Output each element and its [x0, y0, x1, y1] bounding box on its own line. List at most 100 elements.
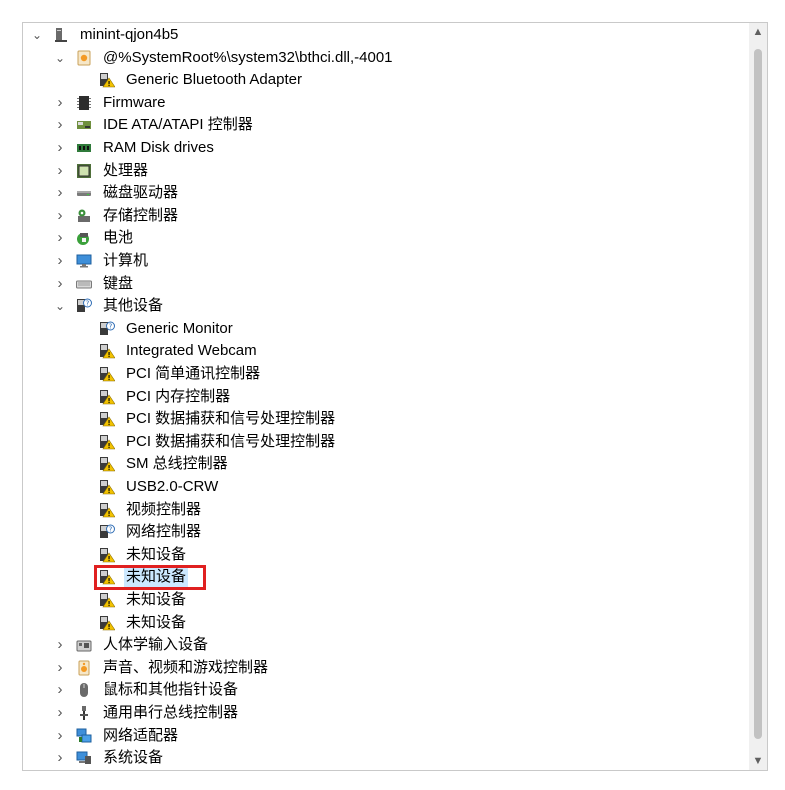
- svg-text:?: ?: [109, 526, 113, 534]
- tree-item-label: Generic Monitor: [126, 319, 233, 337]
- tree-item[interactable]: › IDE ATA/ATAPI 控制器: [23, 114, 743, 136]
- device-warning-icon: [99, 456, 116, 472]
- tree-item-label: Integrated Webcam: [126, 342, 257, 360]
- chevron-right-icon[interactable]: ›: [53, 205, 67, 227]
- ide-controller-icon: [76, 117, 92, 133]
- chevron-right-icon[interactable]: ›: [53, 679, 67, 701]
- device-tree[interactable]: ⌄ minint-qjon4b5 ⌄ @%SystemRoot%\system32\b…: [23, 23, 748, 770]
- tree-item[interactable]: USB2.0-CRW: [23, 476, 743, 498]
- tree-item[interactable]: › 处理器: [23, 160, 743, 182]
- chevron-right-icon[interactable]: ›: [53, 160, 67, 182]
- tree-item[interactable]: ⌄ @%SystemRoot%\system32\bthci.dll,-4001: [23, 47, 743, 69]
- tree-item[interactable]: › 键盘: [23, 273, 743, 295]
- chevron-down-icon[interactable]: ⌄: [30, 24, 44, 46]
- tree-item-label: 人体学输入设备: [103, 636, 209, 654]
- tree-item[interactable]: › 通用串行总线控制器: [23, 702, 743, 724]
- tree-item[interactable]: ⌄ minint-qjon4b5: [23, 24, 743, 46]
- tree-item[interactable]: PCI 简单通讯控制器: [23, 363, 743, 385]
- tree-item[interactable]: › 鼠标和其他指针设备: [23, 679, 743, 701]
- tree-item-label: PCI 数据捕获和信号处理控制器: [126, 410, 336, 428]
- highlight-box: [94, 565, 206, 591]
- scroll-up-icon[interactable]: ▲: [749, 23, 767, 41]
- tree-item[interactable]: › RAM Disk drives: [23, 137, 743, 159]
- tree-item[interactable]: › 电池: [23, 227, 743, 249]
- computer-root-icon: [53, 27, 69, 43]
- tree-item[interactable]: › 计算机: [23, 250, 743, 272]
- battery-icon: [76, 230, 92, 246]
- chevron-right-icon[interactable]: ›: [53, 634, 67, 656]
- tree-item-label: Firmware: [103, 93, 166, 111]
- tree-item-label: 网络控制器: [126, 523, 202, 541]
- tree-item[interactable]: ? 网络控制器: [23, 521, 743, 543]
- tree-item[interactable]: ⌄? 其他设备: [23, 295, 743, 317]
- tree-item[interactable]: Generic Bluetooth Adapter: [23, 69, 743, 91]
- vertical-scrollbar[interactable]: ▲ ▼: [749, 23, 767, 770]
- tree-item[interactable]: › 人体学输入设备: [23, 634, 743, 656]
- tree-item-label: 电池: [103, 229, 134, 247]
- tree-item-label: 未知设备: [126, 545, 187, 563]
- chevron-right-icon[interactable]: ›: [53, 114, 67, 136]
- tree-item[interactable]: › 网络适配器: [23, 725, 743, 747]
- device-warning-icon: [99, 434, 116, 450]
- tree-item[interactable]: PCI 内存控制器: [23, 386, 743, 408]
- chevron-down-icon[interactable]: ⌄: [53, 47, 67, 69]
- tree-item[interactable]: PCI 数据捕获和信号处理控制器: [23, 431, 743, 453]
- device-warning-icon: [99, 72, 116, 88]
- device-warning-icon: [99, 547, 116, 563]
- usb-icon: [76, 705, 92, 721]
- chevron-right-icon[interactable]: ›: [53, 273, 67, 295]
- tree-item[interactable]: 未知设备: [23, 612, 743, 634]
- tree-item-label: 视频控制器: [126, 500, 202, 518]
- device-warning-icon: [99, 615, 116, 631]
- tree-item[interactable]: 未知设备: [23, 589, 743, 611]
- tree-item[interactable]: › Firmware: [23, 92, 743, 114]
- processor-icon: [76, 163, 92, 179]
- chevron-down-icon[interactable]: ⌄: [53, 295, 67, 317]
- disk-drive-icon: [76, 185, 92, 201]
- tree-item-label: 键盘: [103, 274, 134, 292]
- chevron-right-icon[interactable]: ›: [53, 137, 67, 159]
- tree-item-label: 通用串行总线控制器: [103, 704, 239, 721]
- tree-item-label: Generic Bluetooth Adapter: [126, 71, 302, 89]
- chevron-right-icon[interactable]: ›: [53, 92, 67, 114]
- chevron-right-icon[interactable]: ›: [53, 250, 67, 272]
- storage-controller-icon: [76, 208, 92, 224]
- hid-icon: [76, 637, 92, 653]
- tree-item[interactable]: PCI 数据捕获和信号处理控制器: [23, 408, 743, 430]
- chevron-right-icon[interactable]: ›: [53, 702, 67, 724]
- tree-item[interactable]: 视频控制器: [23, 499, 743, 521]
- tree-item-label: 其他设备: [103, 297, 164, 315]
- tree-item[interactable]: › 声音、视频和游戏控制器: [23, 657, 743, 679]
- chevron-right-icon[interactable]: ›: [53, 725, 67, 747]
- tree-item[interactable]: ? Generic Monitor: [23, 318, 743, 340]
- tree-item[interactable]: › 系统设备: [23, 747, 743, 769]
- device-warning-icon: [99, 366, 116, 382]
- tree-item-label: minint-qjon4b5: [80, 26, 179, 43]
- scroll-down-icon[interactable]: ▼: [749, 752, 767, 770]
- tree-item-label: 计算机: [103, 252, 149, 269]
- keyboard-icon: [76, 276, 92, 292]
- tree-item[interactable]: SM 总线控制器: [23, 453, 743, 475]
- scrollbar-thumb[interactable]: [754, 49, 762, 739]
- tree-item-label: 鼠标和其他指针设备: [103, 681, 239, 699]
- chevron-right-icon[interactable]: ›: [53, 227, 67, 249]
- tree-item[interactable]: Integrated Webcam: [23, 340, 743, 362]
- device-manager-tree-panel: ⌄ minint-qjon4b5 ⌄ @%SystemRoot%\system32\b…: [22, 22, 768, 771]
- tree-item-label: 系统设备: [103, 749, 164, 767]
- tree-item[interactable]: 未知设备: [23, 544, 743, 566]
- tree-item[interactable]: › 存储控制器: [23, 205, 743, 227]
- device-warning-icon: [99, 479, 116, 495]
- tree-item[interactable]: › 磁盘驱动器: [23, 182, 743, 204]
- tree-item-label: IDE ATA/ATAPI 控制器: [103, 116, 253, 134]
- monitor-icon: [76, 253, 92, 269]
- device-warning-icon: [99, 411, 116, 427]
- device-warning-icon: [99, 343, 116, 359]
- tree-item-label: USB2.0-CRW: [126, 478, 219, 495]
- firmware-icon: [76, 95, 92, 111]
- chevron-right-icon[interactable]: ›: [53, 747, 67, 769]
- tree-item-label: PCI 数据捕获和信号处理控制器: [126, 432, 336, 450]
- chevron-right-icon[interactable]: ›: [53, 657, 67, 679]
- tree-item-label: @%SystemRoot%\system32\bthci.dll,-4001: [103, 48, 393, 66]
- device-question-icon: ?: [99, 321, 115, 337]
- chevron-right-icon[interactable]: ›: [53, 182, 67, 204]
